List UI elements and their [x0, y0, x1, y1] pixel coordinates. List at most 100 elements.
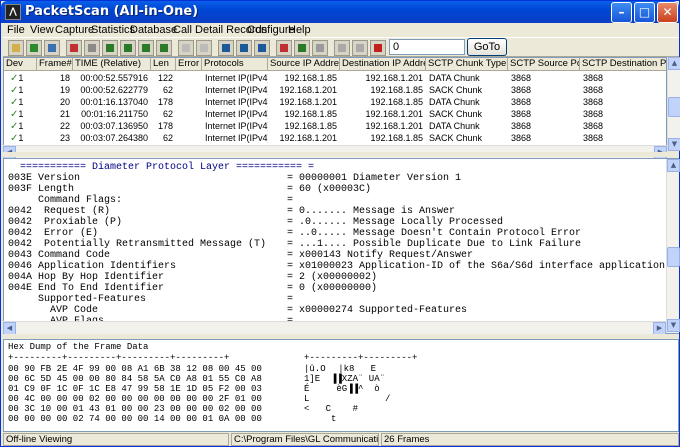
cell-chunk: SACK Chunk — [429, 85, 483, 95]
menu-statistics[interactable]: Statistics — [91, 24, 135, 36]
cell-dst: 192.168.1.201 — [365, 73, 423, 83]
detail-field-label: =========== Diameter Protocol Layer ====… — [8, 162, 315, 173]
maximize-button[interactable]: □ — [634, 2, 655, 23]
title-bar[interactable]: ⋀ PacketScan (All-in-One) – □ ✕ — [1, 1, 679, 23]
status-mode: Off-line Viewing — [3, 433, 229, 446]
menu-file[interactable]: File — [7, 24, 25, 36]
frame-summary-grid[interactable]: Dev Frame# TIME (Relative) Len Error Pro… — [3, 57, 667, 151]
cell-frame: 23 — [59, 133, 70, 143]
detail-horizontal-scrollbar[interactable]: ◀ ▶ — [3, 321, 666, 335]
detail-field-value: = — [287, 195, 294, 206]
protocol-detail-pane[interactable]: =========== Diameter Protocol Layer ====… — [3, 158, 679, 334]
pdf-export-icon[interactable] — [370, 40, 386, 56]
export-icon[interactable] — [334, 40, 350, 56]
status-bar: Off-line Viewing C:\Program Files\GL Com… — [3, 433, 679, 446]
detail-field-label: 0042 Proxiable (P) — [8, 217, 123, 228]
close-button[interactable]: ✕ — [657, 2, 678, 23]
save-icon[interactable] — [44, 40, 60, 56]
prev-frame-icon[interactable] — [120, 40, 136, 56]
minimize-button[interactable]: – — [611, 2, 632, 23]
grid-icon[interactable] — [178, 40, 194, 56]
app-window: ⋀ PacketScan (All-in-One) – □ ✕ File Vie… — [0, 0, 680, 447]
menu-view[interactable]: View — [30, 24, 54, 36]
detail-field-value: = ..0..... Message Doesn't Contain Proto… — [287, 228, 582, 239]
next-frame-icon[interactable] — [138, 40, 154, 56]
filter-icon[interactable] — [218, 40, 234, 56]
hex-ruler: +---------+---------+---------+---------… — [8, 353, 230, 363]
table-row[interactable]: ✓1 19 00:00:52.622779 62 Internet IP(IPv4) 19… — [4, 84, 666, 96]
table-row[interactable]: ✓1 21 00:01:16.211750 62 Internet IP(IPv4) 19… — [4, 108, 666, 120]
cell-time: 00:01:16.211750 — [81, 109, 148, 119]
table-row[interactable]: ✓1 18 00:00:52.557916 122 Internet IP(IPv4) 1… — [4, 72, 666, 84]
splitter-top[interactable] — [3, 152, 679, 157]
detail-field-value: = x00000274 Supported-Features — [287, 305, 468, 316]
hex-dump-title: Hex Dump of the Frame Data — [8, 342, 149, 352]
col-destination-ip[interactable]: Destination IP Address — [340, 58, 426, 71]
cell-sport: 3868 — [511, 109, 532, 119]
import-icon[interactable] — [352, 40, 368, 56]
detail-field-label: 004A Hop By Hop Identifier — [8, 272, 165, 283]
ascii-row: 1]E ▐▐XZA¨ UA¨ — [304, 374, 386, 384]
scroll-thumb[interactable] — [668, 97, 680, 117]
menu-help[interactable]: Help — [288, 24, 311, 36]
col-sctp-destination-port[interactable]: SCTP Destination Port — [580, 58, 666, 71]
cell-frame: 22 — [59, 121, 70, 131]
scroll-down-icon[interactable]: ▼ — [668, 138, 680, 151]
detail-field-label: 0043 Command Code — [8, 250, 111, 261]
grid-vertical-scrollbar[interactable]: ▲ ▼ — [667, 57, 680, 151]
table-row[interactable]: ✓1 20 00:01:16.137040 178 Internet IP(IPv4) 1… — [4, 96, 666, 108]
hex-row: 00 3C 10 00 01 43 01 00 00 23 00 00 00 0… — [8, 404, 262, 414]
cell-len: 122 — [157, 73, 173, 83]
detail-field-value: = ...1.... Possible Duplicate Due to Lin… — [287, 239, 582, 250]
col-source-ip[interactable]: Source IP Address — [268, 58, 340, 71]
cell-time: 00:00:52.622779 — [80, 85, 148, 95]
last-frame-icon[interactable] — [156, 40, 172, 56]
cell-src: 192.168.1.201 — [279, 85, 337, 95]
cell-dev: ✓1 — [10, 133, 24, 144]
hex-row: 00 4C 00 00 00 02 00 00 00 00 00 00 00 2… — [8, 394, 262, 404]
menu-capture[interactable]: Capture — [55, 24, 94, 36]
goto-button[interactable]: GoTo — [467, 38, 507, 56]
capture-icon[interactable] — [26, 40, 42, 56]
scroll-down-icon[interactable]: ▼ — [667, 319, 680, 332]
first-frame-icon[interactable] — [102, 40, 118, 56]
pause-icon[interactable] — [84, 40, 100, 56]
scroll-thumb[interactable] — [667, 247, 680, 267]
col-time[interactable]: TIME (Relative) — [73, 58, 151, 71]
detail-field-value: = 0....... Message is Answer — [287, 206, 456, 217]
table-row[interactable]: ✓1 23 00:03:07.264380 62 Internet IP(IPv4) 19… — [4, 132, 666, 144]
col-dev[interactable]: Dev — [4, 58, 37, 71]
stop-icon[interactable] — [66, 40, 82, 56]
col-sctp-chunk-type[interactable]: SCTP Chunk Type — [426, 58, 508, 71]
find-next-icon[interactable] — [254, 40, 270, 56]
detail-vertical-scrollbar[interactable]: ▲ ▼ — [666, 159, 680, 333]
cell-dev: ✓1 — [10, 85, 24, 96]
ascii-row: É èG▐▐^ ò — [304, 384, 380, 394]
col-protocols[interactable]: Protocols — [202, 58, 268, 71]
search-icon[interactable] — [236, 40, 252, 56]
detail-field-label: 004E End To End Identifier — [8, 283, 165, 294]
col-error[interactable]: Error — [176, 58, 202, 71]
scroll-up-icon[interactable]: ▲ — [667, 159, 680, 172]
cell-src: 192.168.1.85 — [284, 109, 337, 119]
cell-src: 192.168.1.85 — [284, 121, 337, 131]
refresh-icon[interactable] — [196, 40, 212, 56]
col-frame[interactable]: Frame# — [37, 58, 73, 71]
detail-field-value: = 60 (x00003C) — [287, 184, 372, 195]
col-sctp-source-port[interactable]: SCTP Source Port — [508, 58, 580, 71]
col-len[interactable]: Len — [151, 58, 176, 71]
table-row[interactable]: ✓1 22 00:03:07.136950 178 Internet IP(IPv4) 1… — [4, 120, 666, 132]
detail-field-label: AVP Code — [8, 305, 99, 316]
cell-error — [176, 120, 202, 132]
set-filter-icon[interactable] — [276, 40, 292, 56]
apply-filter-icon[interactable] — [294, 40, 310, 56]
open-folder-icon[interactable] — [8, 40, 24, 56]
clear-filter-icon[interactable] — [312, 40, 328, 56]
cell-time: 00:01:16.137040 — [80, 97, 148, 107]
cell-frame: 18 — [59, 73, 70, 83]
hex-dump-pane[interactable]: Hex Dump of the Frame Data +---------+--… — [3, 339, 679, 432]
menu-database[interactable]: Database — [130, 24, 177, 36]
cell-error — [176, 132, 202, 144]
scroll-up-icon[interactable]: ▲ — [668, 57, 680, 70]
goto-frame-input[interactable]: 0 — [389, 39, 465, 55]
